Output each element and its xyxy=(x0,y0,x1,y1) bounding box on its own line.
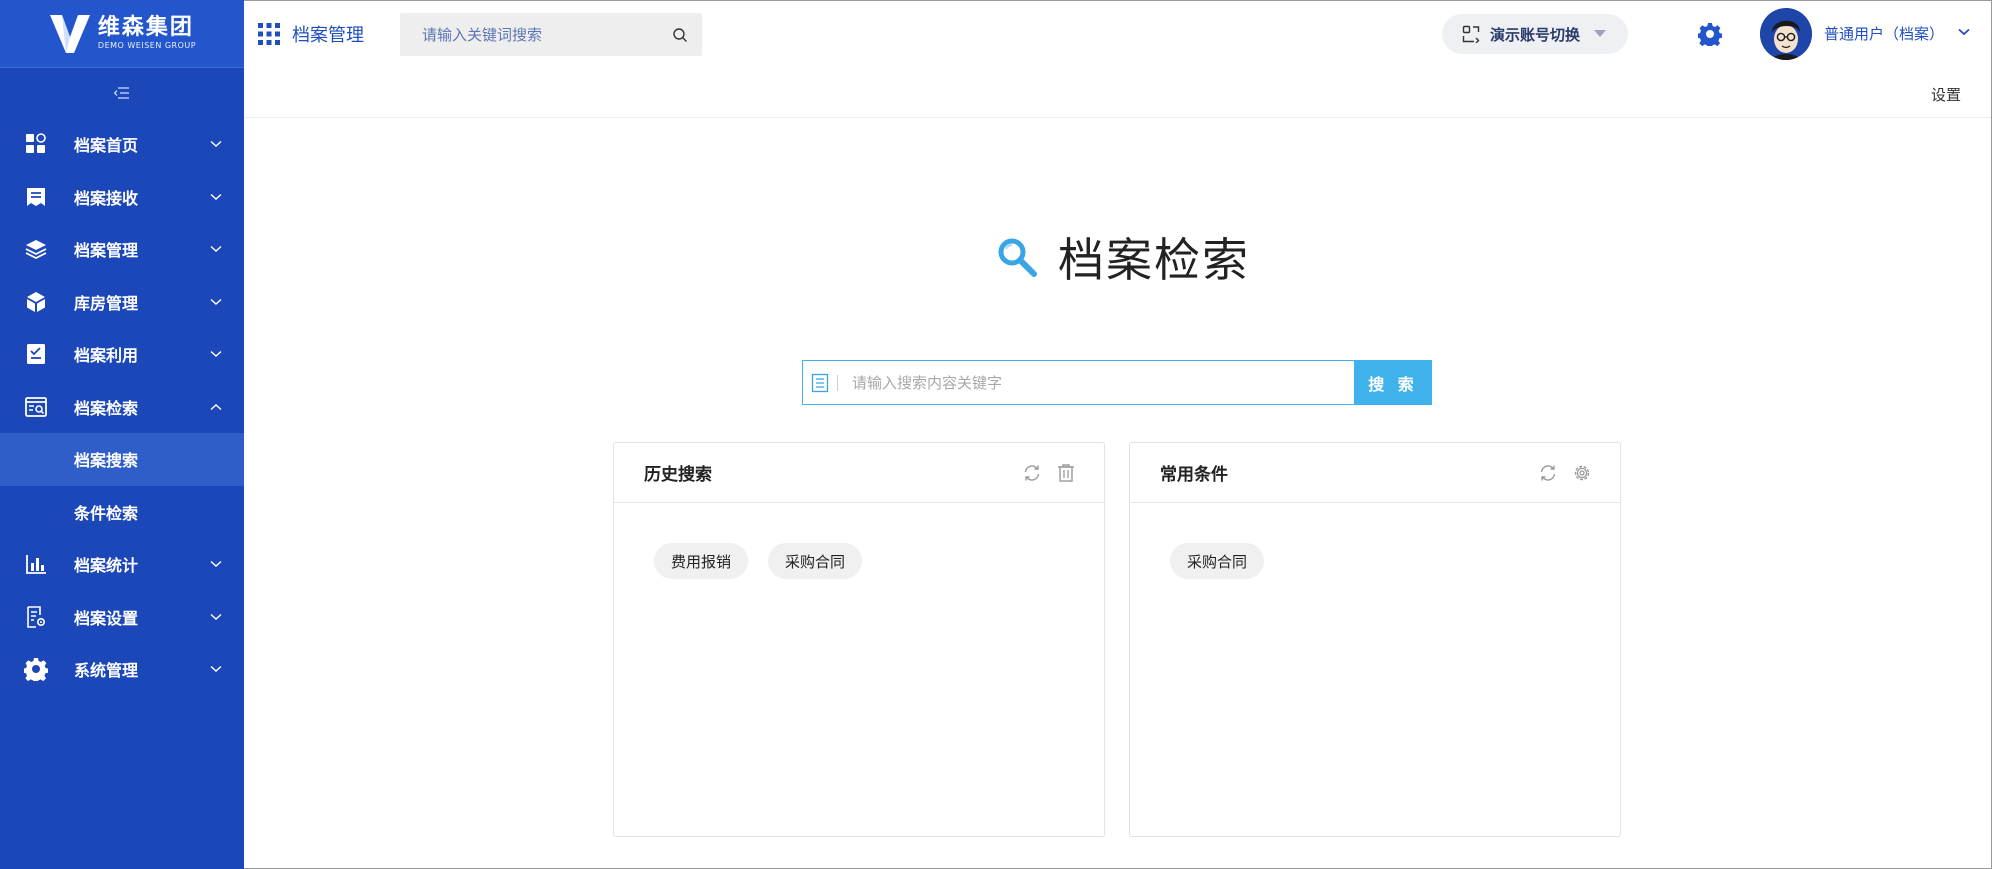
refresh-icon[interactable] xyxy=(1538,463,1558,483)
chevron-down-icon xyxy=(210,141,222,148)
collapse-menu-icon xyxy=(114,87,129,99)
sidebar-item-label: 档案管理 xyxy=(74,241,139,261)
history-tag[interactable]: 采购合同 xyxy=(768,543,863,579)
search-icon xyxy=(998,238,1037,277)
sidebar-item-label: 档案检索 xyxy=(74,398,139,418)
sidebar-item-retrieval[interactable]: 档案检索 xyxy=(0,381,244,434)
account-switch-button[interactable]: 演示账号切换 xyxy=(1442,14,1628,54)
chevron-down-icon xyxy=(210,246,222,253)
sidebar: 维森集团 DEMO WEISEN GROUP 档案首页 档案接收 档案管理 库房… xyxy=(0,0,244,869)
panel-title: 常用条件 xyxy=(1160,465,1228,485)
sidebar-collapse-button[interactable] xyxy=(0,68,244,118)
sidebar-item-system[interactable]: 系统管理 xyxy=(0,643,244,696)
search-button[interactable]: 搜 索 xyxy=(1354,360,1432,405)
page-title: 档案检索 xyxy=(996,224,1250,290)
sidebar-item-manage[interactable]: 档案管理 xyxy=(0,223,244,276)
common-tag[interactable]: 采购合同 xyxy=(1170,543,1265,579)
refresh-icon[interactable] xyxy=(1022,463,1042,483)
doc-settings-icon xyxy=(24,605,48,629)
switch-account-icon xyxy=(1462,25,1480,43)
chevron-down-icon xyxy=(210,561,222,568)
sidebar-item-label: 档案统计 xyxy=(74,556,139,576)
document-icon xyxy=(811,373,829,392)
app-name: 档案管理 xyxy=(292,25,364,46)
sidebar-item-label: 系统管理 xyxy=(74,661,139,681)
logo-v-icon xyxy=(49,14,90,53)
main-search-box: 搜 索 xyxy=(802,360,1432,405)
sidebar-item-statistics[interactable]: 档案统计 xyxy=(0,538,244,591)
brand-name-cn: 维森集团 xyxy=(97,14,194,40)
trash-icon[interactable] xyxy=(1056,463,1076,483)
history-tag-list: 费用报销 采购合同 xyxy=(614,503,1104,619)
sidebar-item-label: 档案接收 xyxy=(74,188,139,208)
common-tag-list: 采购合同 xyxy=(1130,503,1620,619)
panel-header: 常用条件 xyxy=(1130,443,1620,503)
sidebar-menu: 档案首页 档案接收 档案管理 库房管理 档案利用 档案检索 档案搜索 条件检索 … xyxy=(0,118,244,696)
gear-icon xyxy=(24,657,48,682)
panel-tools xyxy=(1538,463,1592,483)
page-title-text: 档案检索 xyxy=(1058,233,1250,287)
main-search-input[interactable] xyxy=(852,373,1354,392)
sidebar-item-receive[interactable]: 档案接收 xyxy=(0,171,244,224)
settings-link[interactable]: 设置 xyxy=(1931,84,1961,105)
panel-tools xyxy=(1022,463,1076,483)
sidebar-item-home[interactable]: 档案首页 xyxy=(0,118,244,171)
checklist-icon xyxy=(24,342,48,366)
top-header: 档案管理 演示账号切换 普通用户（档案） xyxy=(244,0,1992,68)
avatar-face-icon xyxy=(1760,8,1812,60)
top-search-bar xyxy=(400,13,702,56)
settings-gear-icon[interactable] xyxy=(1698,22,1722,46)
field-separator xyxy=(837,374,838,391)
history-tag[interactable]: 费用报销 xyxy=(654,543,749,579)
sidebar-item-label: 档案利用 xyxy=(74,346,139,366)
chevron-down-icon xyxy=(210,613,222,620)
gear-icon[interactable] xyxy=(1572,463,1592,483)
top-search-input[interactable] xyxy=(422,25,672,44)
search-icon[interactable] xyxy=(672,27,688,43)
layers-icon xyxy=(24,237,48,261)
sidebar-item-warehouse[interactable]: 库房管理 xyxy=(0,276,244,329)
sidebar-item-archive-settings[interactable]: 档案设置 xyxy=(0,591,244,644)
chevron-down-icon xyxy=(210,666,222,673)
brand-name-en: DEMO WEISEN GROUP xyxy=(97,40,197,50)
bar-chart-icon xyxy=(24,552,48,576)
sidebar-item-label: 档案设置 xyxy=(74,608,139,628)
chevron-up-icon xyxy=(210,403,222,410)
dashboard-icon xyxy=(24,132,48,156)
app-grid-icon[interactable] xyxy=(258,23,280,45)
chevron-down-icon[interactable] xyxy=(1958,28,1970,36)
sidebar-subitem-archive-search[interactable]: 档案搜索 xyxy=(0,433,244,486)
main-search-field xyxy=(802,360,1354,405)
sidebar-item-label: 库房管理 xyxy=(74,293,139,313)
chevron-down-icon xyxy=(210,193,222,200)
brand-logo[interactable]: 维森集团 DEMO WEISEN GROUP xyxy=(0,0,244,68)
sidebar-item-utilize[interactable]: 档案利用 xyxy=(0,328,244,381)
sidebar-subitem-condition-search[interactable]: 条件检索 xyxy=(0,486,244,539)
chevron-down-icon xyxy=(210,298,222,305)
panel-title: 历史搜索 xyxy=(644,465,712,485)
box-icon xyxy=(24,290,48,314)
caret-down-icon xyxy=(1594,30,1607,37)
history-search-panel: 历史搜索 费用报销 采购合同 xyxy=(613,442,1105,837)
panel-header: 历史搜索 xyxy=(614,443,1104,503)
chevron-down-icon xyxy=(210,351,222,358)
receive-icon xyxy=(24,185,48,209)
doc-search-icon xyxy=(24,395,48,419)
account-switch-label: 演示账号切换 xyxy=(1490,25,1581,44)
user-avatar[interactable] xyxy=(1760,8,1812,60)
sidebar-item-label: 档案首页 xyxy=(74,136,139,156)
user-name[interactable]: 普通用户（档案） xyxy=(1824,23,1944,44)
common-conditions-panel: 常用条件 采购合同 xyxy=(1129,442,1621,837)
sub-header: 设置 xyxy=(244,68,1991,118)
